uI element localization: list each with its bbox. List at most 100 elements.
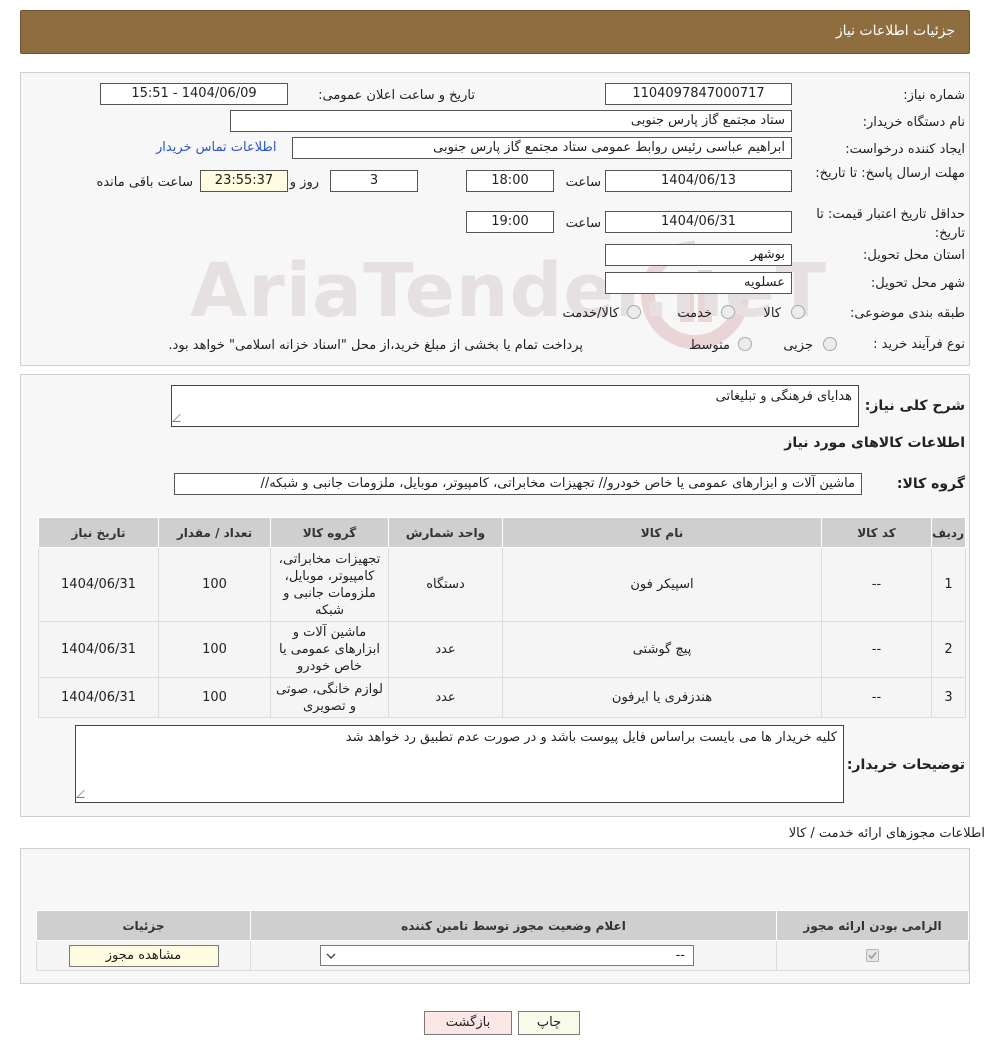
buyer-notes-text: کلیه خریدار ها می بایست براساس فایل پیوس… (345, 730, 837, 745)
category-option-goods: کالا (763, 306, 781, 321)
remaining-label: ساعت باقی مانده (96, 175, 193, 190)
cell-code: -- (821, 621, 932, 678)
process-radio-minor[interactable] (823, 337, 837, 351)
creator-label: ایجاد کننده درخواست: (845, 142, 965, 157)
cell-qty: 100 (158, 621, 271, 678)
permit-required-checkbox[interactable] (866, 949, 879, 962)
need-number-label: شماره نیاز: (903, 88, 965, 103)
validity-time-field: 19:00 (466, 211, 554, 233)
permits-table: الزامی بودن ارائه مجوز اعلام وضعیت مجوز … (36, 910, 969, 971)
process-note: پرداخت تمام یا بخشی از مبلغ خرید،از محل … (168, 338, 583, 353)
permits-title: اطلاعات مجوزهای ارائه خدمت / کالا (788, 826, 985, 841)
need-number-field: 1104097847000717 (605, 83, 792, 105)
deadline-time-field: 18:00 (466, 170, 554, 192)
days-label: روز و (289, 175, 319, 190)
cell-name: اسپیکر فون (502, 547, 822, 622)
table-row: 3 -- هندزفری یا ایرفون عدد لوازم خانگی، … (38, 677, 966, 718)
cell-qty: 100 (158, 677, 271, 718)
checkmark-icon (868, 951, 877, 960)
page-header: جزئیات اطلاعات نیاز (20, 10, 970, 54)
cell-qty: 100 (158, 547, 271, 622)
table-row: 1 -- اسپیکر فون دستگاه تجهیزات مخابراتی،… (38, 547, 966, 622)
city-label: شهر محل تحویل: (870, 276, 965, 291)
cell-row: 1 (931, 547, 966, 622)
col-permit-required: الزامی بودن ارائه مجوز (776, 910, 969, 941)
col-unit: واحد شمارش (388, 517, 503, 548)
process-option-medium: متوسط (689, 338, 730, 353)
permit-status-select[interactable]: -- (320, 945, 694, 966)
page-title: جزئیات اطلاعات نیاز (835, 23, 955, 39)
cell-date: 1404/06/31 (38, 621, 159, 678)
category-option-goods-service: کالا/خدمت (562, 306, 619, 321)
chevron-down-icon (326, 953, 336, 959)
cell-name: پیچ گوشتی (502, 621, 822, 678)
cell-date: 1404/06/31 (38, 677, 159, 718)
col-date: تاریخ نیاز (38, 517, 159, 548)
view-permit-button[interactable]: مشاهده مجوز (68, 944, 219, 967)
goods-group-label: گروه کالا: (896, 476, 965, 492)
category-option-service: خدمت (677, 306, 712, 321)
cell-group: ماشین آلات و ابزارهای عمومی یا خاص خودرو (270, 621, 389, 678)
resize-handle-icon[interactable] (172, 414, 188, 422)
cell-row: 2 (931, 621, 966, 678)
goods-group-field: ماشین آلات و ابزارهای عمومی یا خاص خودرو… (174, 473, 862, 495)
city-field: عسلویه (605, 272, 792, 294)
cell-permit-details: مشاهده مجوز (36, 940, 251, 971)
summary-textarea[interactable]: هدایای فرهنگی و تبلیغاتی (171, 385, 859, 427)
col-code: کد کالا (821, 517, 932, 548)
col-row: ردیف (931, 517, 966, 548)
validity-label: حداقل تاریخ اعتبار قیمت: تا تاریخ: (816, 207, 965, 241)
category-label: طبقه بندی موضوعی: (849, 306, 965, 321)
back-button[interactable]: بازگشت (424, 1011, 512, 1035)
buyer-notes-label: توضیحات خریدار: (846, 757, 965, 773)
cell-name: هندزفری یا ایرفون (502, 677, 822, 718)
cell-unit: عدد (388, 621, 503, 678)
process-option-minor: جزیی (783, 338, 813, 353)
creator-field: ابراهیم عباسی رئیس روابط عمومی ستاد مجتم… (292, 137, 792, 159)
cell-group: تجهیزات مخابراتی، کامپیوتر، موبایل، ملزو… (270, 547, 389, 622)
table-row: -- مشاهده مجوز (36, 940, 969, 971)
deadline-date-field: 1404/06/13 (605, 170, 792, 192)
goods-table: ردیف کد کالا نام کالا واحد شمارش گروه کا… (38, 517, 966, 718)
print-button[interactable]: چاپ (518, 1011, 580, 1035)
province-label: استان محل تحویل: (863, 248, 965, 263)
deadline-time-label: ساعت (565, 175, 601, 190)
process-radio-medium[interactable] (738, 337, 752, 351)
buyer-notes-textarea[interactable]: کلیه خریدار ها می بایست براساس فایل پیوس… (75, 725, 844, 803)
cell-group: لوازم خانگی، صوتی و تصویری (270, 677, 389, 718)
deadline-label: مهلت ارسال پاسخ: تا تاریخ: (815, 166, 965, 181)
process-label: نوع فرآیند خرید : (873, 337, 965, 352)
col-permit-status: اعلام وضعیت مجوز توسط تامین کننده (250, 910, 777, 941)
announce-field: 1404/06/09 - 15:51 (100, 83, 288, 105)
summary-label: شرح کلی نیاز: (864, 398, 965, 414)
buyer-org-label: نام دستگاه خریدار: (862, 115, 965, 130)
cell-unit: عدد (388, 677, 503, 718)
col-name: نام کالا (502, 517, 822, 548)
category-radio-service[interactable] (721, 305, 735, 319)
permit-status-value: -- (675, 948, 685, 963)
col-permit-details: جزئیات (36, 910, 251, 941)
category-radio-goods[interactable] (791, 305, 805, 319)
col-group: گروه کالا (270, 517, 389, 548)
cell-permit-required (776, 940, 969, 971)
days-remaining-field: 3 (330, 170, 418, 192)
cell-permit-status: -- (250, 940, 777, 971)
goods-heading: اطلاعات کالاهای مورد نیاز (784, 435, 965, 451)
buyer-contact-link[interactable]: اطلاعات تماس خریدار (156, 140, 276, 155)
cell-row: 3 (931, 677, 966, 718)
goods-table-header: ردیف کد کالا نام کالا واحد شمارش گروه کا… (38, 517, 966, 548)
resize-handle-icon[interactable] (76, 790, 92, 798)
cell-unit: دستگاه (388, 547, 503, 622)
cell-code: -- (821, 677, 932, 718)
validity-time-label: ساعت (565, 216, 601, 231)
cell-date: 1404/06/31 (38, 547, 159, 622)
table-row: 2 -- پیچ گوشتی عدد ماشین آلات و ابزارهای… (38, 621, 966, 678)
validity-date-field: 1404/06/31 (605, 211, 792, 233)
col-qty: تعداد / مقدار (158, 517, 271, 548)
cell-code: -- (821, 547, 932, 622)
summary-text: هدایای فرهنگی و تبلیغاتی (715, 389, 852, 404)
announce-label: تاریخ و ساعت اعلان عمومی: (318, 88, 475, 103)
remaining-time-field: 23:55:37 (200, 170, 288, 192)
category-radio-goods-service[interactable] (627, 305, 641, 319)
buyer-org-field: ستاد مجتمع گاز پارس جنوبی (230, 110, 792, 132)
